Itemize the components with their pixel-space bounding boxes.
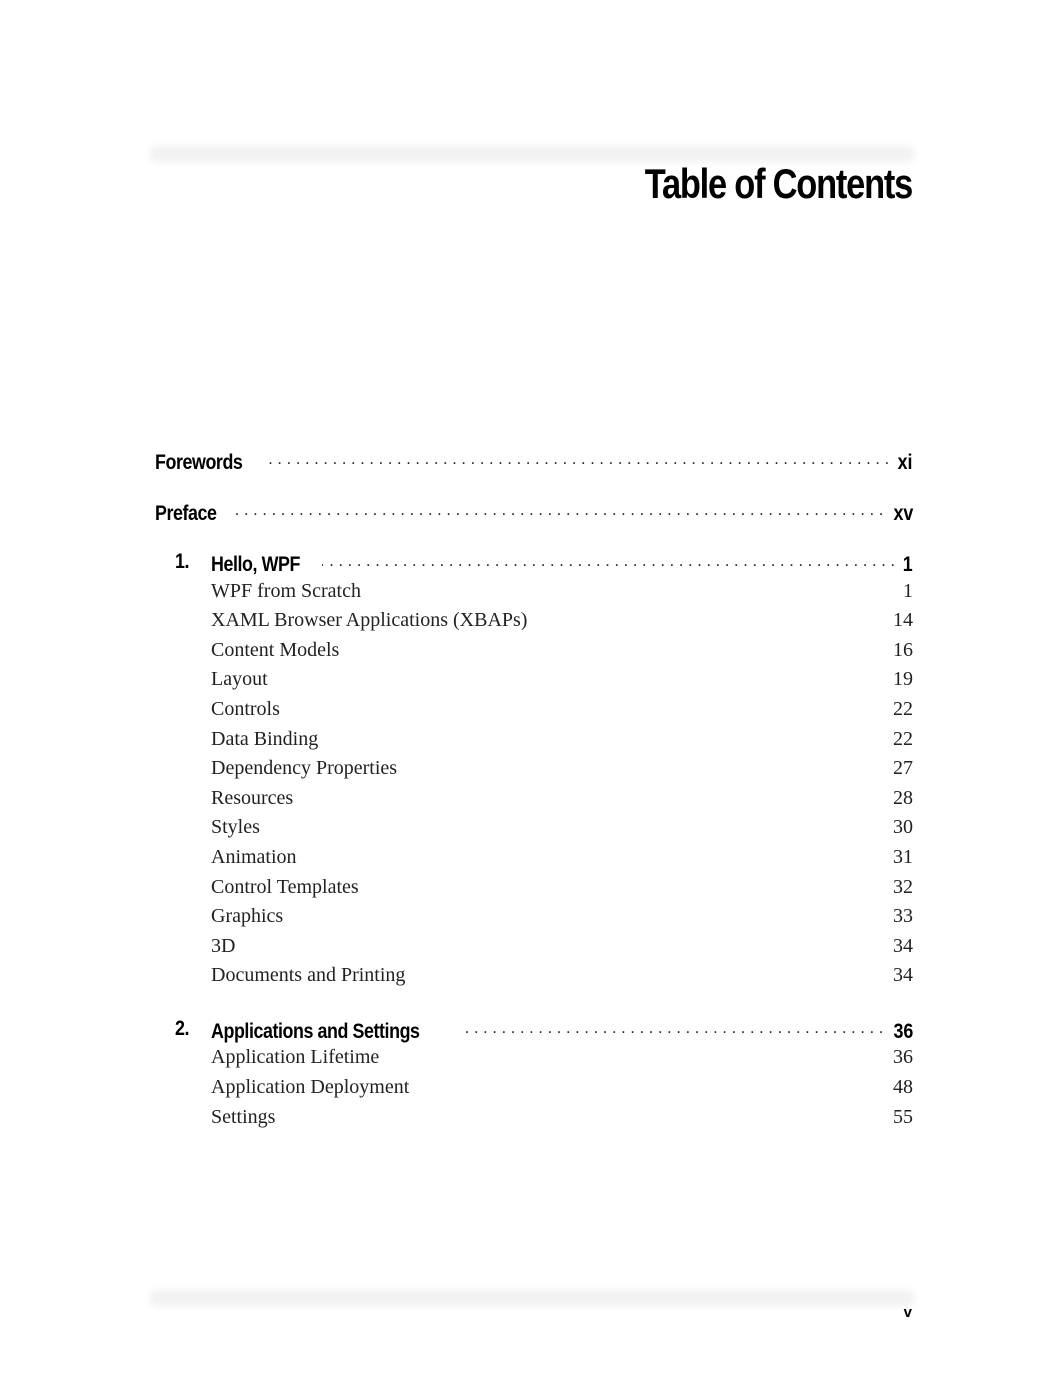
section-page: 27 (893, 757, 913, 780)
entry-page: xi (898, 451, 913, 474)
section-title: 3D (211, 934, 236, 957)
section-title: WPF from Scratch (211, 579, 361, 602)
toc-entry-section[interactable]: XAML Browser Applications (XBAPs) 14 (155, 609, 913, 632)
page-title: Table of Contents (644, 160, 914, 207)
toc-entry-section[interactable]: Dependency Properties 27 (155, 757, 913, 780)
section-page: 48 (893, 1076, 913, 1098)
dot-leader (322, 550, 896, 571)
section-title: Graphics (211, 905, 284, 928)
entry-title: Preface (155, 502, 217, 525)
section-title: Controls (211, 697, 280, 720)
chapter-title: Applications and Settings (211, 1019, 420, 1043)
section-page: 55 (893, 1105, 913, 1128)
toc-entry-section[interactable]: Controls 22 (155, 698, 913, 721)
footer-rule (150, 1290, 914, 1306)
chapter-title: Hello, WPF (211, 553, 300, 576)
section-page: 32 (893, 875, 913, 898)
toc-entry-section[interactable]: 3D 34 (155, 935, 913, 958)
section-title: Content Models (211, 638, 340, 661)
section-page: 1 (903, 579, 913, 602)
section-page: 14 (893, 609, 913, 632)
toc-entry-section[interactable]: Resources 28 (155, 787, 913, 810)
section-page: 34 (893, 934, 913, 957)
section-title: Layout (211, 668, 268, 691)
section-title: Control Templates (211, 875, 359, 898)
section-title: Application Deployment (211, 1076, 410, 1098)
dot-leader (264, 448, 890, 469)
section-title: Data Binding (211, 727, 319, 750)
chapter-number: 1. (175, 550, 190, 573)
section-page: 22 (893, 697, 913, 720)
section-title: Settings (211, 1105, 276, 1128)
section-title: Dependency Properties (211, 757, 398, 780)
toc-entry-front-matter[interactable]: Forewords xi (155, 448, 913, 475)
toc-entry-section[interactable]: Styles 30 (155, 816, 913, 839)
chapter-page: 1 (903, 553, 913, 576)
toc-entry-section[interactable]: Layout 19 (155, 668, 913, 691)
toc-entry-section[interactable]: Data Binding 22 (155, 728, 913, 751)
toc-entry-section[interactable]: Application Lifetime 36 (155, 1046, 913, 1069)
dot-leader (233, 499, 883, 520)
section-page: 28 (893, 786, 913, 809)
entry-page: xv (893, 502, 913, 525)
section-page: 19 (893, 668, 913, 691)
toc-entry-section[interactable]: Application Deployment 48 (155, 1076, 913, 1099)
section-page: 22 (893, 727, 913, 750)
section-page: 34 (893, 964, 913, 987)
section-page: 33 (893, 905, 913, 928)
section-title: Animation (211, 845, 297, 868)
section-page: 16 (893, 638, 913, 661)
chapter-title-wrap: Hello, WPF (211, 553, 316, 577)
section-title: Resources (211, 786, 294, 809)
toc-entry-chapter[interactable]: 2. Applications and Settings 36 (155, 1017, 913, 1044)
toc-entry-section[interactable]: WPF from Scratch 1 (155, 580, 913, 603)
section-title: Application Lifetime (211, 1046, 380, 1069)
entry-title: Forewords (155, 451, 243, 474)
toc-entry-section[interactable]: Animation 31 (155, 846, 913, 869)
section-title: XAML Browser Applications (XBAPs) (211, 609, 528, 632)
chapter-page: 36 (893, 1019, 913, 1043)
toc-entry-section[interactable]: Content Models 16 (155, 639, 913, 662)
page-number: v (903, 1304, 912, 1321)
toc-entry-section[interactable]: Documents and Printing 34 (155, 964, 913, 987)
chapter-number: 2. (175, 1016, 190, 1040)
section-page: 30 (893, 816, 913, 839)
toc-entry-front-matter[interactable]: Preface xv (155, 499, 913, 526)
chapter-title-wrap: Applications and Settings (211, 1020, 456, 1044)
section-title: Documents and Printing (211, 964, 406, 987)
toc-entry-section[interactable]: Settings 55 (155, 1106, 913, 1129)
dot-leader (462, 1017, 883, 1038)
section-title: Styles (211, 816, 260, 839)
section-page: 36 (893, 1046, 913, 1069)
toc-entry-chapter[interactable]: 1. Hello, WPF 1 (155, 550, 913, 577)
toc-entry-section[interactable]: Graphics 33 (155, 905, 913, 928)
toc-entry-section[interactable]: Control Templates 32 (155, 876, 913, 899)
section-page: 31 (893, 845, 913, 868)
